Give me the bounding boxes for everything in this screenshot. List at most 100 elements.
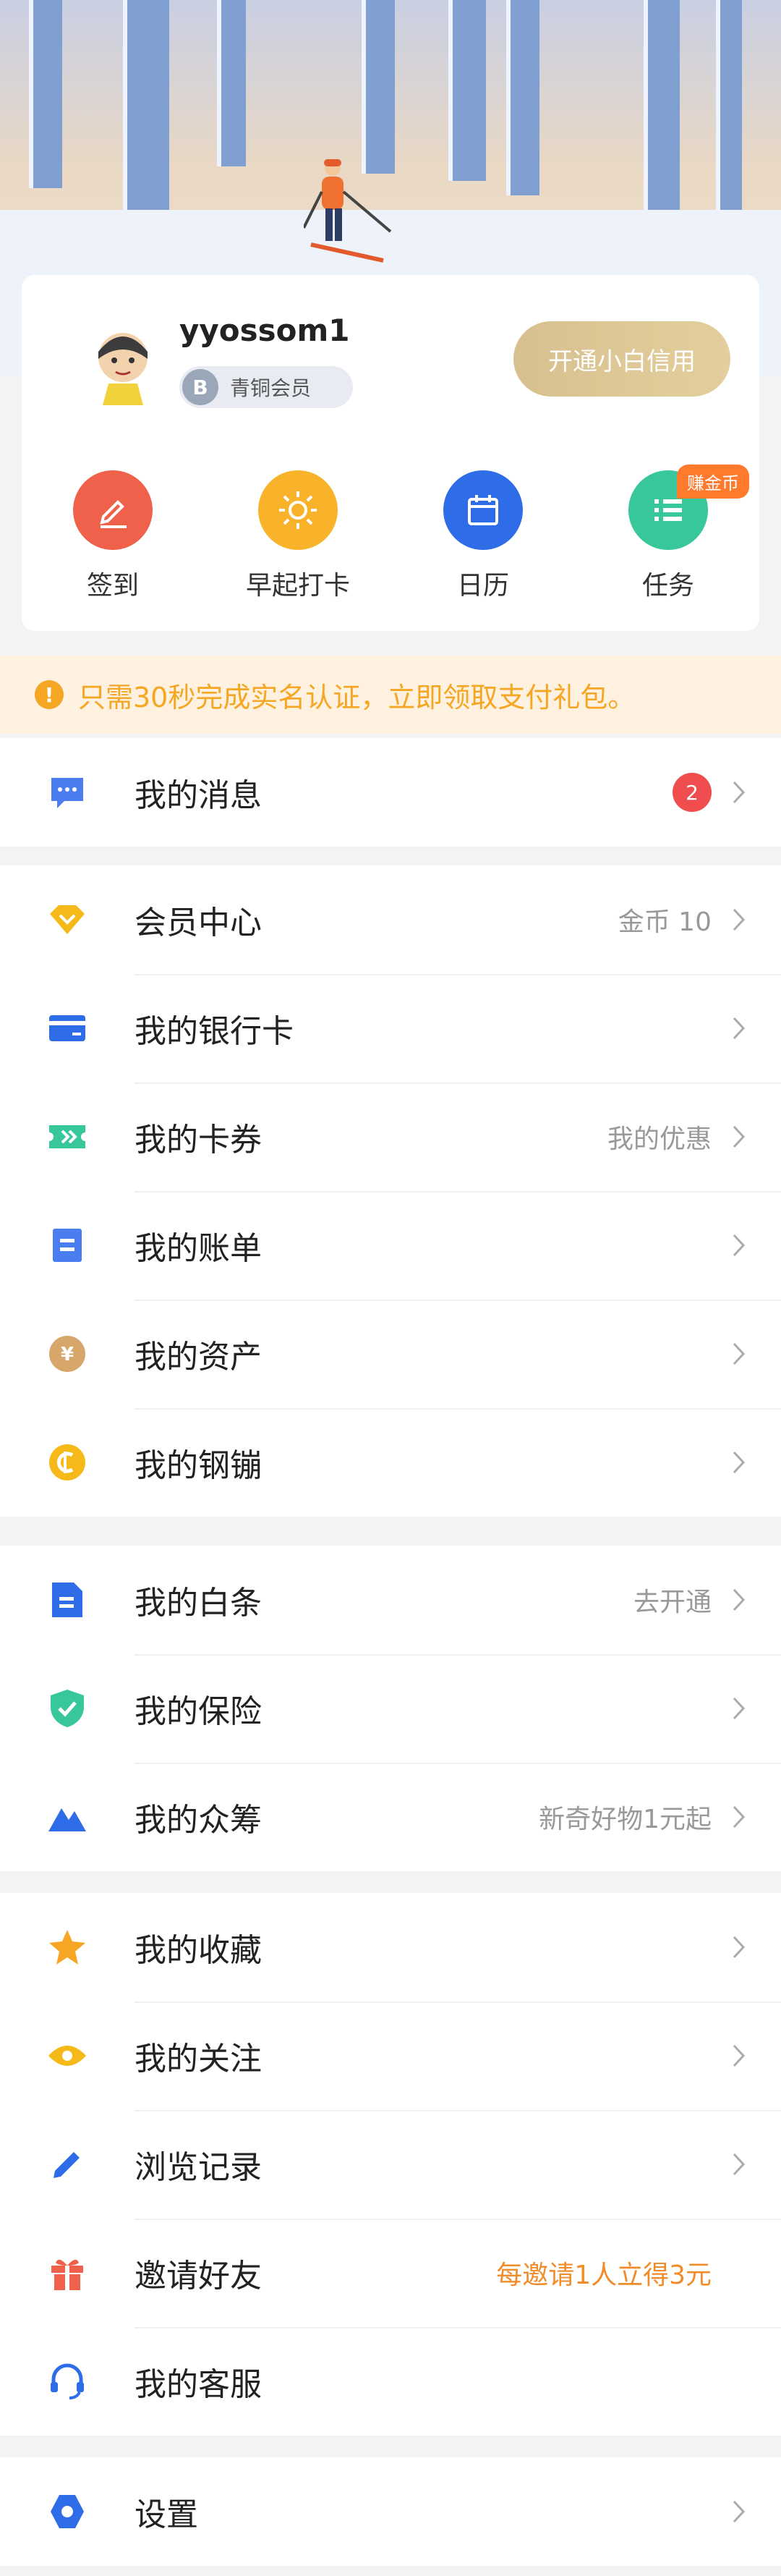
menu-label: 我的保险 xyxy=(135,1693,262,1730)
bronze-medal-icon: B xyxy=(182,369,218,405)
chevron-right-icon xyxy=(726,2146,752,2182)
alert-icon: ! xyxy=(35,680,64,709)
messages-section: 我的消息 2 xyxy=(0,738,781,847)
verification-notice[interactable]: ! 只需30秒完成实名认证，立即领取支付礼包。 xyxy=(0,656,781,734)
pen-icon xyxy=(73,470,153,550)
gold-coin-icon xyxy=(42,1437,93,1488)
open-credit-button[interactable]: 开通小白信用 xyxy=(513,321,730,397)
gift-icon xyxy=(42,2247,93,2298)
activity-section: 我的收藏 我的关注 浏览记录 邀请好友 每邀请1人立得3元 我的客服 xyxy=(0,1893,781,2436)
menu-label: 会员中心 xyxy=(135,904,262,941)
menu-label: 我的众筹 xyxy=(135,1802,262,1839)
quick-action-label: 签到 xyxy=(86,571,139,601)
calendar-icon xyxy=(443,470,523,550)
chevron-right-icon xyxy=(726,1582,752,1618)
menu-subtext: 我的优惠 xyxy=(607,1124,712,1154)
menu-item-follows[interactable]: 我的关注 xyxy=(0,2001,781,2110)
menu-label: 我的收藏 xyxy=(135,1932,262,1969)
finance-section: 我的白条 去开通 我的保险 我的众筹 新奇好物1元起 xyxy=(0,1546,781,1871)
menu-subtext: 金币 10 xyxy=(618,907,712,937)
document-icon xyxy=(42,1575,93,1625)
menu-label: 浏览记录 xyxy=(135,2149,262,2186)
sun-icon xyxy=(258,470,338,550)
avatar[interactable] xyxy=(80,318,166,405)
menu-label: 我的客服 xyxy=(135,2366,262,2403)
menu-item-history[interactable]: 浏览记录 xyxy=(0,2110,781,2219)
menu-label: 设置 xyxy=(135,2496,198,2533)
bank-card-icon xyxy=(42,1003,93,1054)
menu-item-coupons[interactable]: 我的卡券 我的优惠 xyxy=(0,1082,781,1191)
member-level-label: 青铜会员 xyxy=(230,376,312,400)
quick-action-early-checkin[interactable]: 早起打卡 xyxy=(218,470,377,602)
earn-coins-tag: 赚金币 xyxy=(677,465,749,499)
chevron-right-icon xyxy=(726,1227,752,1263)
menu-item-invite[interactable]: 邀请好友 每邀请1人立得3元 xyxy=(0,2219,781,2327)
notice-text: 只需30秒完成实名认证，立即领取支付礼包。 xyxy=(78,681,636,713)
mountain-icon xyxy=(42,1792,93,1842)
headset-icon xyxy=(42,2356,93,2407)
chevron-right-icon xyxy=(726,1336,752,1372)
shield-icon xyxy=(42,1683,93,1734)
tree-trunk xyxy=(29,0,62,188)
diamond-icon xyxy=(42,894,93,945)
menu-item-bills[interactable]: 我的账单 xyxy=(0,1191,781,1300)
menu-label: 我的关注 xyxy=(135,2041,262,2077)
quick-action-checkin[interactable]: 签到 xyxy=(33,470,192,602)
star-icon xyxy=(42,1922,93,1973)
chevron-right-icon xyxy=(726,1690,752,1726)
member-badge[interactable]: B 青铜会员 xyxy=(179,366,353,408)
menu-item-assets[interactable]: ¥ 我的资产 xyxy=(0,1300,781,1408)
settings-hexagon-icon xyxy=(42,2486,93,2537)
svg-text:¥: ¥ xyxy=(61,1344,74,1365)
username: yyossom1 xyxy=(179,313,350,348)
menu-item-insurance[interactable]: 我的保险 xyxy=(0,1654,781,1763)
menu-item-baitiao[interactable]: 我的白条 去开通 xyxy=(0,1546,781,1654)
menu-subtext: 新奇好物1元起 xyxy=(539,1805,712,1834)
skier-illustration xyxy=(304,159,392,263)
settings-section: 设置 xyxy=(0,2457,781,2566)
menu-label: 邀请好友 xyxy=(135,2258,262,2295)
tree-trunk xyxy=(506,0,539,195)
chevron-right-icon xyxy=(726,1010,752,1046)
tree-trunk xyxy=(217,0,246,166)
bill-icon xyxy=(42,1220,93,1271)
menu-label: 我的资产 xyxy=(135,1339,262,1376)
menu-item-member-center[interactable]: 会员中心 金币 10 xyxy=(0,865,781,974)
chevron-right-icon xyxy=(726,1799,752,1835)
unread-count-badge: 2 xyxy=(673,773,712,812)
profile-card: yyossom1 B 青铜会员 开通小白信用 签到 早起打卡 日历 任务 赚金币 xyxy=(22,275,759,631)
quick-action-label: 早起打卡 xyxy=(245,571,350,601)
menu-label: 我的白条 xyxy=(135,1585,262,1622)
ticket-icon xyxy=(42,1111,93,1162)
yuan-coin-icon: ¥ xyxy=(42,1329,93,1379)
tree-trunk xyxy=(448,0,486,181)
menu-item-crowdfunding[interactable]: 我的众筹 新奇好物1元起 xyxy=(0,1763,781,1871)
menu-item-bank-card[interactable]: 我的银行卡 xyxy=(0,974,781,1082)
menu-item-customer-service[interactable]: 我的客服 xyxy=(0,2327,781,2436)
quick-action-label: 任务 xyxy=(641,571,694,601)
chevron-right-icon xyxy=(726,774,752,810)
menu-subtext: 每邀请1人立得3元 xyxy=(496,2261,712,2290)
tree-trunk xyxy=(362,0,395,174)
chevron-right-icon xyxy=(726,2038,752,2074)
chevron-right-icon xyxy=(726,1444,752,1480)
quick-action-calendar[interactable]: 日历 xyxy=(404,470,563,602)
chevron-right-icon xyxy=(726,1929,752,1965)
menu-item-settings[interactable]: 设置 xyxy=(0,2457,781,2566)
account-section: 会员中心 金币 10 我的银行卡 我的卡券 我的优惠 我的账单 ¥ 我的资产 我… xyxy=(0,865,781,1517)
pencil-icon xyxy=(42,2139,93,2190)
menu-item-messages[interactable]: 我的消息 2 xyxy=(0,738,781,847)
tree-trunk xyxy=(716,0,742,210)
eye-icon xyxy=(42,2030,93,2081)
quick-action-label: 日历 xyxy=(456,571,509,601)
message-icon xyxy=(42,767,93,818)
chevron-right-icon xyxy=(726,1119,752,1155)
menu-item-favorites[interactable]: 我的收藏 xyxy=(0,1893,781,2001)
tree-trunk xyxy=(644,0,680,232)
menu-label: 我的卡券 xyxy=(135,1122,262,1158)
menu-item-steel-coin[interactable]: 我的钢镚 xyxy=(0,1408,781,1517)
chevron-right-icon xyxy=(726,902,752,938)
tree-trunk xyxy=(123,0,169,239)
menu-label: 我的消息 xyxy=(135,777,262,814)
menu-label: 我的钢镚 xyxy=(135,1447,262,1484)
